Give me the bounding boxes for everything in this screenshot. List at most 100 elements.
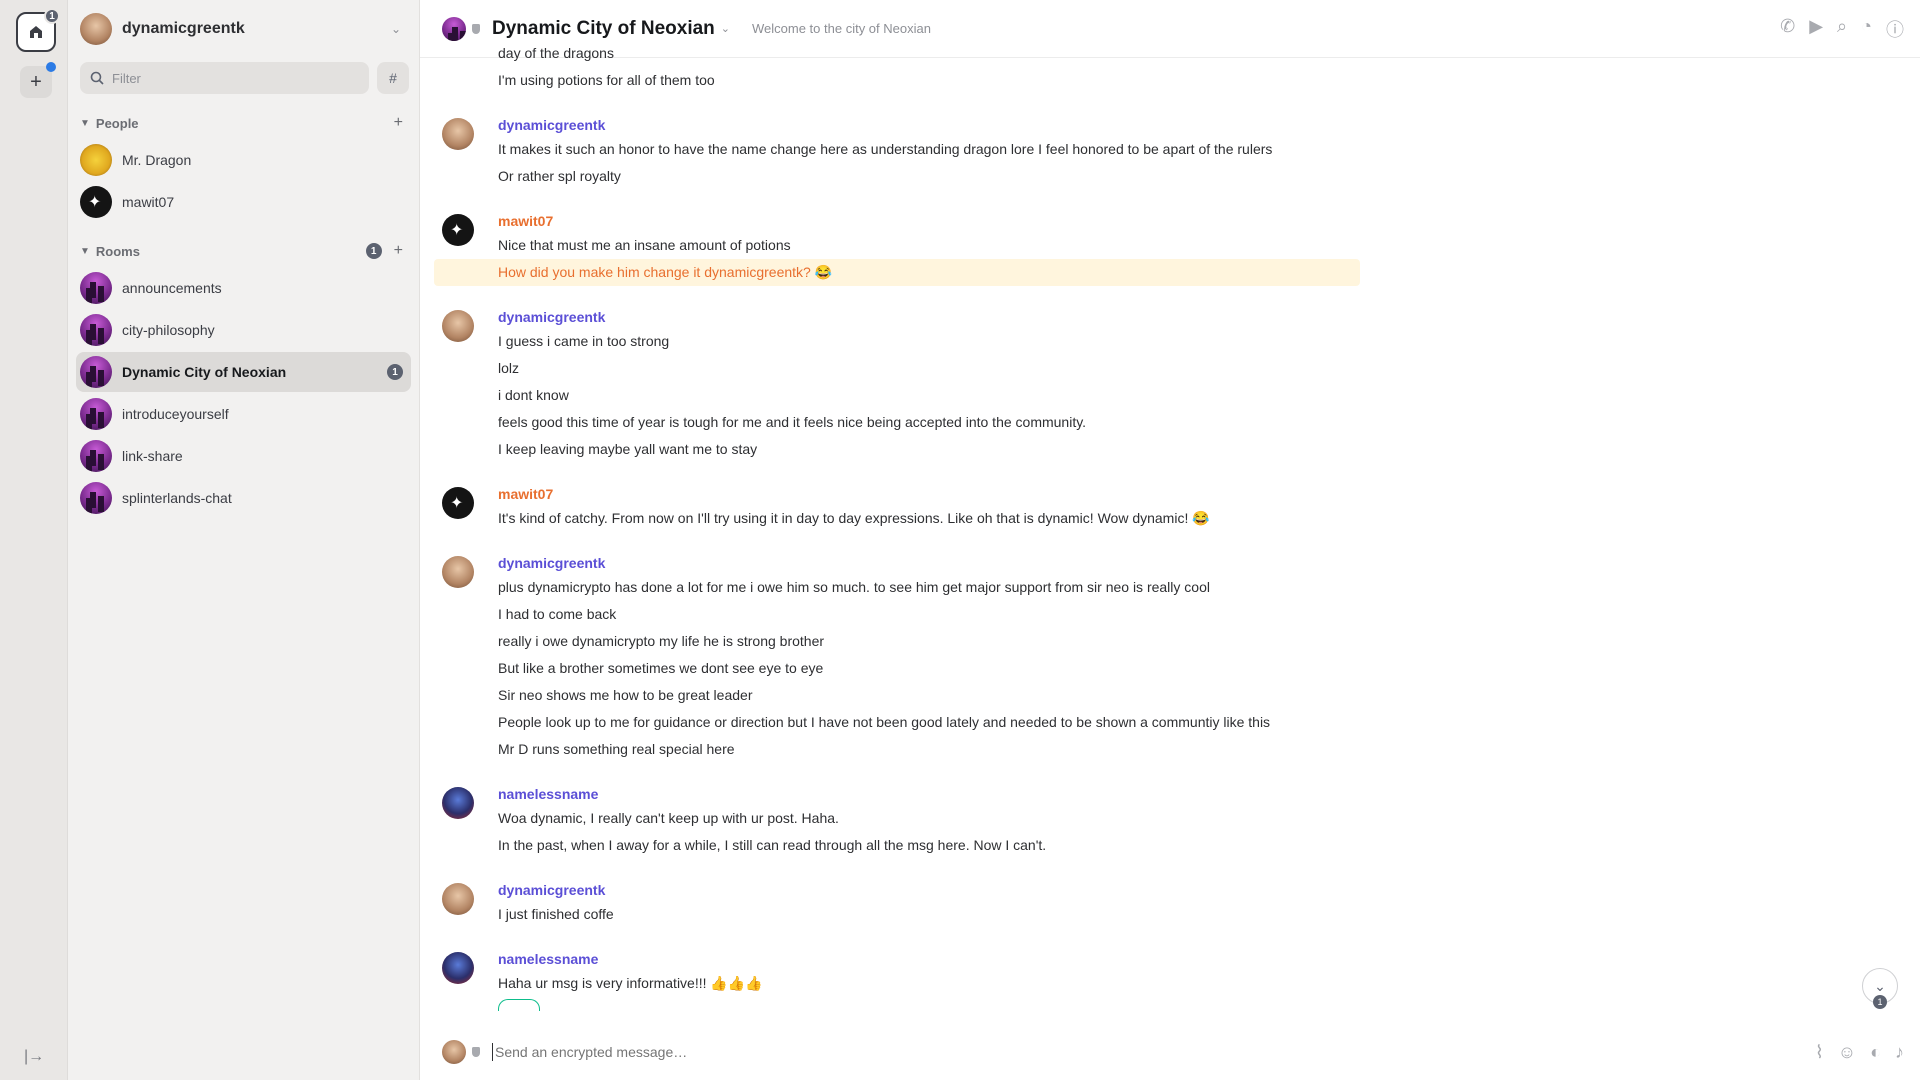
phone-icon[interactable]: ✆ — [1780, 16, 1795, 42]
microphone-icon[interactable]: ♪ — [1895, 1042, 1904, 1063]
sender-name[interactable]: dynamicgreentk — [498, 546, 1900, 574]
highlighted-message: How did you make him change it dynamicgr… — [434, 259, 1360, 286]
room-item-link-share[interactable]: link-share — [76, 436, 411, 476]
room-avatar[interactable] — [442, 16, 466, 41]
sender-avatar[interactable] — [442, 310, 474, 342]
sender-name[interactable]: dynamicgreentk — [498, 300, 1900, 328]
sender-avatar[interactable] — [442, 787, 474, 819]
message-text: day of the dragons — [498, 45, 614, 61]
room-name: splinterlands-chat — [122, 490, 232, 506]
expand-sidebar-button[interactable]: |→ — [24, 1048, 44, 1066]
sticker-icon[interactable]: ◐ — [1870, 1042, 1881, 1063]
chevron-down-icon: ⌄ — [1874, 977, 1886, 994]
message-group: day of the dragons I'm using potions for… — [420, 40, 1920, 94]
filter-placeholder: Filter — [112, 70, 141, 86]
chevron-down-icon: ▼ — [80, 245, 90, 257]
user-name: dynamicgreentk — [122, 20, 245, 37]
message-text: It makes it such an honor to have the na… — [498, 141, 1273, 157]
room-list-panel: dynamicgreentk ⌄ Filter # ▼ People + Mr.… — [68, 0, 420, 1080]
dm-item-mr-dragon[interactable]: Mr. Dragon — [76, 140, 411, 180]
room-name: link-share — [122, 448, 183, 464]
space-rail: 1 + |→ — [0, 0, 68, 1080]
room-title[interactable]: Dynamic City of Neoxian — [492, 18, 715, 40]
room-item-announcements[interactable]: announcements — [76, 268, 411, 308]
message-text: Mr D runs something real special here — [498, 741, 735, 757]
chevron-down-icon[interactable]: ⌄ — [721, 22, 730, 35]
message-group: dynamicgreentk It makes it such an honor… — [420, 108, 1920, 190]
sender-avatar[interactable] — [442, 118, 474, 150]
plus-icon: + — [30, 70, 42, 93]
message-group: namelessname Woa dynamic, I really can't… — [420, 777, 1920, 859]
dm-item-mawit07[interactable]: mawit07 — [76, 182, 411, 222]
message-text: But like a brother sometimes we dont see… — [498, 660, 824, 676]
message-input[interactable] — [492, 1043, 1815, 1061]
message-timeline[interactable]: day of the dragons I'm using potions for… — [420, 40, 1920, 1025]
home-icon — [30, 26, 42, 38]
avatar — [80, 272, 112, 304]
user-avatar — [80, 13, 112, 45]
chevron-down-icon: ⌄ — [390, 22, 401, 36]
sender-avatar[interactable] — [442, 487, 474, 519]
sender-name[interactable]: dynamicgreentk — [498, 873, 1900, 901]
jump-to-latest-button[interactable]: ⌄ 1 — [1862, 968, 1898, 1009]
sender-avatar[interactable] — [442, 952, 474, 984]
room-item-splinterlands-chat[interactable]: splinterlands-chat — [76, 478, 411, 518]
message-text: I keep leaving maybe yall want me to sta… — [498, 441, 758, 457]
message-group: namelessname Haha ur msg is very informa… — [420, 942, 1920, 1016]
video-icon[interactable]: ▶ — [1809, 16, 1823, 42]
hash-icon: # — [389, 70, 397, 86]
room-name: introduceyourself — [122, 406, 229, 422]
explore-rooms-button[interactable]: # — [377, 62, 409, 94]
sender-name[interactable]: mawit07 — [498, 477, 1900, 505]
room-name: city-philosophy — [122, 322, 215, 338]
user-menu[interactable]: dynamicgreentk ⌄ — [68, 0, 419, 58]
message-text: plus dynamicrypto has done a lot for me … — [498, 579, 1210, 595]
sender-avatar[interactable] — [442, 556, 474, 588]
reaction-pill[interactable] — [498, 999, 540, 1011]
avatar — [80, 356, 112, 388]
bell-icon[interactable]: ◔ — [1861, 16, 1872, 42]
message-group: dynamicgreentk I just finished coffe — [420, 873, 1920, 928]
room-item-city-philosophy[interactable]: city-philosophy — [76, 310, 411, 350]
people-section-header[interactable]: ▼ People + — [68, 108, 419, 138]
info-icon[interactable]: ⓘ — [1886, 16, 1904, 42]
avatar — [80, 186, 112, 218]
message-text: Sir neo shows me how to be great leader — [498, 687, 753, 703]
message-text: feels good this time of year is tough fo… — [498, 414, 1087, 430]
dm-name: mawit07 — [122, 194, 175, 210]
emoji-icon[interactable]: ☺ — [1838, 1042, 1856, 1063]
notification-dot — [46, 62, 56, 72]
message-text: Haha ur msg is very informative!!! 👍👍👍 — [498, 975, 763, 991]
rooms-section-header[interactable]: ▼ Rooms 1 + — [68, 236, 419, 266]
message-group: mawit07 Nice that must me an insane amou… — [420, 204, 1920, 286]
sender-avatar[interactable] — [442, 883, 474, 915]
sender-name[interactable]: mawit07 — [498, 204, 1900, 232]
message-text: People look up to me for guidance or dir… — [498, 714, 1271, 730]
message-text: I just finished coffe — [498, 906, 614, 922]
sender-name[interactable]: namelessname — [498, 777, 1900, 805]
search-icon — [90, 71, 104, 85]
filter-input[interactable]: Filter — [80, 62, 369, 94]
add-person-button[interactable]: + — [394, 114, 403, 132]
room-name: Dynamic City of Neoxian — [122, 364, 287, 380]
section-title: Rooms — [95, 243, 140, 259]
add-room-button[interactable]: + — [394, 242, 403, 260]
sender-name[interactable]: namelessname — [498, 942, 1900, 970]
user-avatar — [442, 1040, 466, 1064]
message-group: mawit07 It's kind of catchy. From now on… — [420, 477, 1920, 532]
search-icon[interactable]: ⌕ — [1837, 16, 1847, 42]
chevron-down-icon: ▼ — [80, 117, 90, 129]
message-text: In the past, when I away for a while, I … — [498, 837, 1047, 853]
paperclip-icon[interactable]: ⌇ — [1815, 1042, 1824, 1063]
message-text: Or rather spl royalty — [498, 168, 621, 184]
home-button[interactable]: 1 — [16, 8, 60, 52]
sender-avatar[interactable] — [442, 214, 474, 246]
dm-name: Mr. Dragon — [122, 152, 192, 168]
message-text: I guess i came in too strong — [498, 333, 670, 349]
room-item-introduceyourself[interactable]: introduceyourself — [76, 394, 411, 434]
sender-name[interactable]: dynamicgreentk — [498, 108, 1900, 136]
message-group: dynamicgreentk I guess i came in too str… — [420, 300, 1920, 463]
room-item-dynamic-city-of-neoxian[interactable]: Dynamic City of Neoxian 1 — [76, 352, 411, 392]
message-text: really i owe dynamicrypto my life he is … — [498, 633, 825, 649]
create-space-button[interactable]: + — [20, 62, 56, 98]
